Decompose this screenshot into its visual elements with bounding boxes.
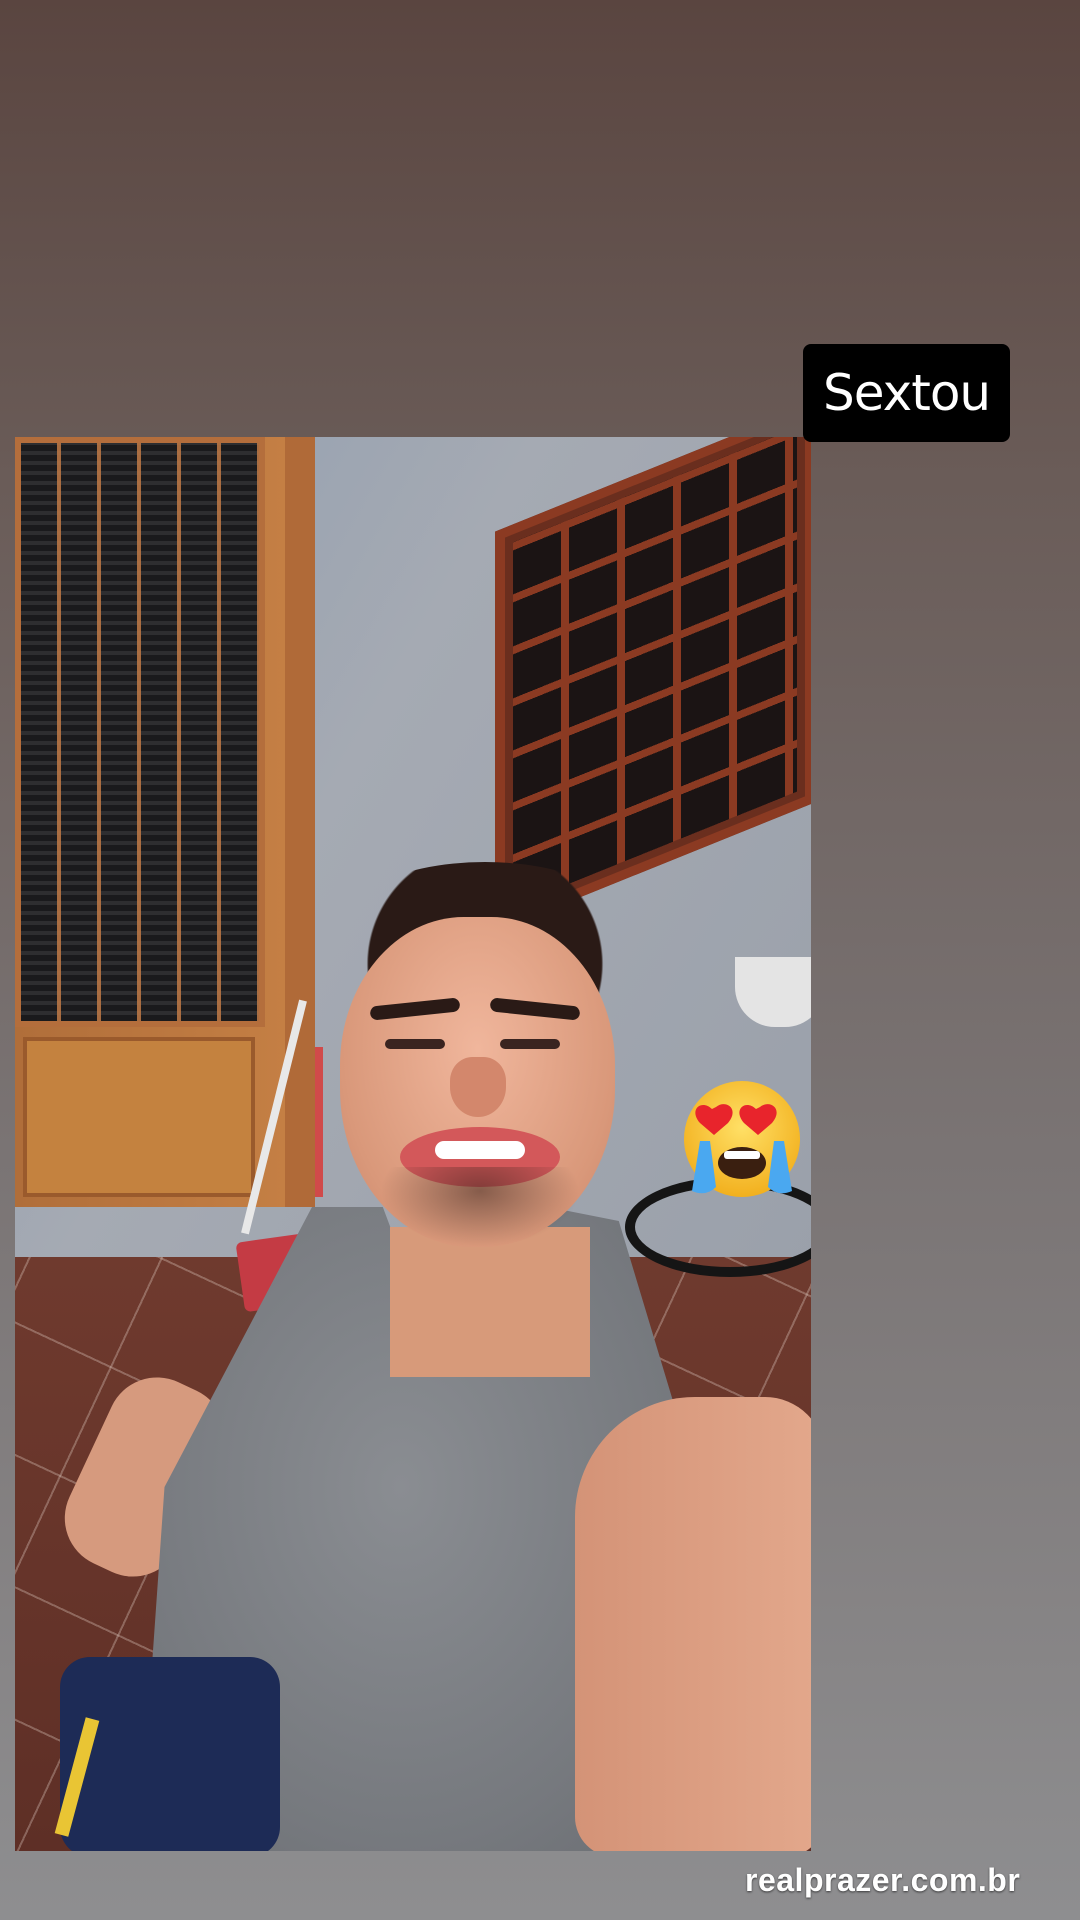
beard [380, 1167, 580, 1247]
door-grill [21, 443, 259, 1021]
right-eye [500, 1039, 560, 1049]
photo-door [15, 437, 315, 1207]
photo-mop [315, 1047, 323, 1197]
watermark: realprazer.com.br [745, 1862, 1021, 1898]
door-glass [15, 437, 265, 1027]
caption-sticker[interactable]: Sextou [803, 344, 1011, 442]
door-panel [23, 1037, 255, 1197]
caption-sticker-text: Sextou [823, 364, 991, 422]
teeth [435, 1141, 525, 1159]
person-face [340, 917, 615, 1247]
person-shorts [54, 1657, 280, 1851]
left-eye [385, 1039, 445, 1049]
nose [450, 1057, 506, 1117]
person-neck [390, 1227, 590, 1377]
shorts-stripe [54, 1717, 100, 1837]
right-eyebrow [489, 997, 581, 1021]
left-eyebrow [369, 997, 461, 1021]
person-right-arm [575, 1397, 811, 1851]
smiling-face-with-heart-eyes-crying-icon[interactable] [678, 1075, 806, 1203]
